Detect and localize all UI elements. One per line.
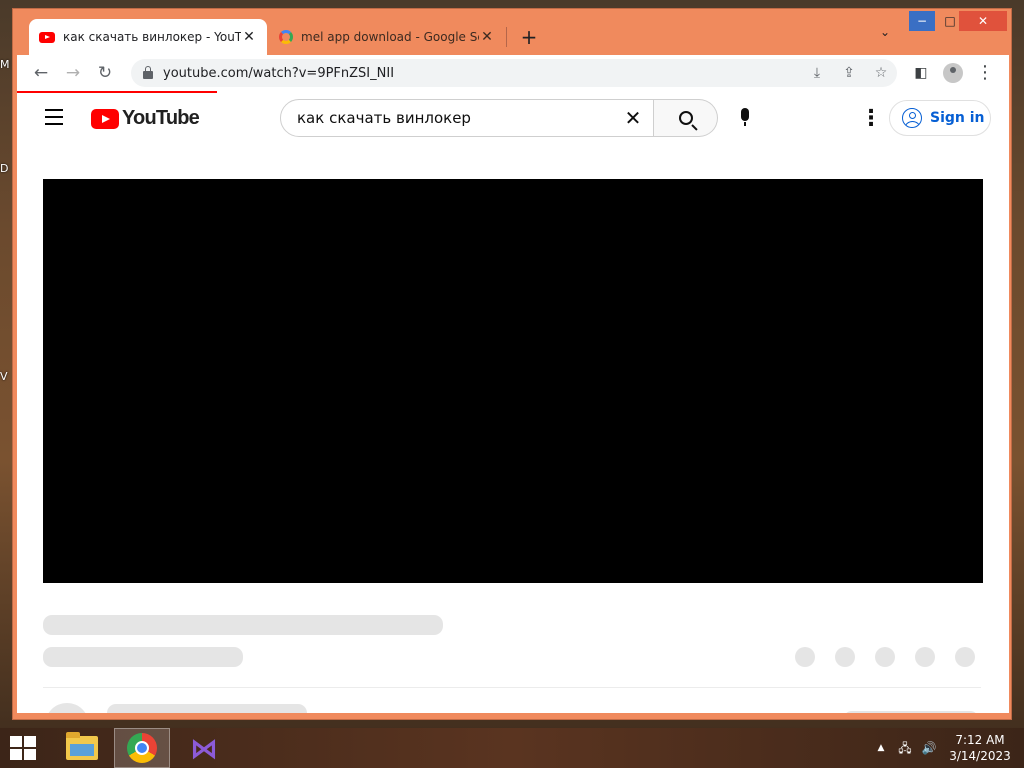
- bookmark-star-icon[interactable]: ☆: [871, 63, 891, 83]
- folder-icon: [66, 732, 98, 760]
- voice-search-icon[interactable]: [731, 105, 759, 133]
- button-placeholder: [843, 711, 979, 713]
- clock-time: 7:12 AM: [955, 733, 1005, 747]
- visual-studio-button[interactable]: ⋈: [176, 728, 232, 768]
- avatar-placeholder: [45, 703, 89, 713]
- search-button[interactable]: [654, 99, 718, 137]
- action-placeholder: [795, 647, 815, 667]
- tab-google-search[interactable]: mel app download - Google Search ✕: [269, 19, 505, 55]
- sign-in-label: Sign in: [930, 110, 985, 126]
- action-placeholder: [955, 647, 975, 667]
- search-icon: [678, 111, 693, 125]
- share-icon[interactable]: ⇪: [839, 63, 859, 83]
- address-bar[interactable]: youtube.com/watch?v=9PFnZSI_NII ⤓ ⇪ ☆: [131, 59, 897, 87]
- tab-separator: [506, 27, 507, 47]
- youtube-play-icon: [91, 108, 119, 129]
- clear-search-icon[interactable]: ✕: [613, 106, 653, 130]
- address-url[interactable]: youtube.com/watch?v=9PFnZSI_NII: [163, 66, 394, 81]
- reload-icon[interactable]: ↻: [93, 61, 117, 85]
- search-query[interactable]: как скачать винлокер: [297, 109, 613, 127]
- youtube-page: YouTube как скачать винлокер ✕ ⋮ Sign in: [17, 91, 1009, 713]
- search-input[interactable]: как скачать винлокер ✕: [280, 99, 654, 137]
- file-explorer-button[interactable]: [54, 728, 110, 768]
- clock-date: 3/14/2023: [949, 749, 1011, 763]
- action-placeholder: [875, 647, 895, 667]
- video-player[interactable]: [43, 179, 983, 583]
- side-panel-icon[interactable]: ◧: [909, 61, 933, 85]
- profile-icon[interactable]: [941, 61, 965, 85]
- action-placeholder: [835, 647, 855, 667]
- system-clock[interactable]: 7:12 AM 3/14/2023: [948, 732, 1012, 764]
- lock-icon[interactable]: [143, 66, 153, 79]
- page-load-progress: [17, 91, 217, 93]
- windows-taskbar: ⋈ ▲ 🖧 🔊 7:12 AM 3/14/2023: [0, 728, 1024, 768]
- network-icon[interactable]: 🖧: [894, 728, 916, 768]
- volume-icon[interactable]: 🔊: [918, 728, 940, 768]
- install-icon[interactable]: ⤓: [807, 63, 827, 83]
- action-placeholder: [915, 647, 935, 667]
- browser-toolbar: ← → ↻ youtube.com/watch?v=9PFnZSI_NII ⤓ …: [17, 55, 1009, 91]
- channel-placeholder: [43, 647, 243, 667]
- settings-more-icon[interactable]: ⋮: [859, 105, 883, 133]
- tab-search-icon[interactable]: ⌄: [875, 25, 895, 49]
- chrome-menu-icon[interactable]: ⋮: [973, 61, 997, 85]
- youtube-favicon-icon: [39, 31, 55, 43]
- account-circle-icon: [902, 108, 922, 128]
- close-window-button[interactable]: ✕: [959, 11, 1007, 31]
- youtube-logo-text: YouTube: [122, 107, 200, 129]
- tab-title: mel app download - Google Search: [301, 30, 479, 44]
- sign-in-button[interactable]: Sign in: [889, 100, 991, 136]
- tab-title: как скачать винлокер - YouTube: [63, 30, 241, 44]
- content-divider: [43, 687, 981, 688]
- show-hidden-icons-icon[interactable]: ▲: [872, 728, 890, 768]
- visual-studio-icon: ⋈: [190, 731, 218, 765]
- tab-youtube[interactable]: как скачать винлокер - YouTube ✕: [29, 19, 267, 55]
- google-favicon-icon: [279, 30, 293, 44]
- title-placeholder: [43, 615, 443, 635]
- tab-close-icon[interactable]: ✕: [241, 29, 257, 45]
- browser-window: как скачать винлокер - YouTube ✕ mel app…: [12, 8, 1012, 720]
- back-icon[interactable]: ←: [29, 61, 53, 85]
- forward-icon[interactable]: →: [61, 61, 85, 85]
- hamburger-menu-icon[interactable]: [45, 109, 65, 125]
- new-tab-button[interactable]: +: [517, 23, 541, 51]
- windows-start-icon[interactable]: [10, 736, 38, 760]
- browser-titlebar: как скачать винлокер - YouTube ✕ mel app…: [13, 9, 1013, 55]
- youtube-logo[interactable]: YouTube: [91, 107, 200, 130]
- tab-close-icon[interactable]: ✕: [479, 29, 495, 45]
- minimize-button[interactable]: −: [909, 11, 935, 31]
- chrome-taskbar-button[interactable]: [114, 728, 170, 768]
- comment-placeholder: [107, 704, 307, 713]
- chrome-icon: [127, 733, 157, 763]
